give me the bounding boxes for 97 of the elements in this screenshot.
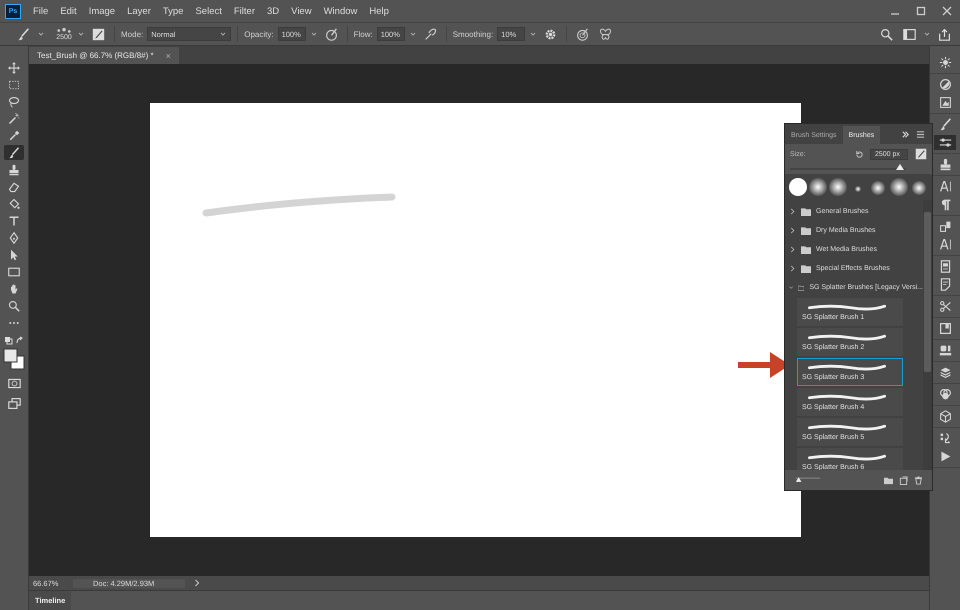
- document-icon: [938, 260, 952, 273]
- target-icon[interactable]: [576, 28, 590, 40]
- rectangle-icon: [8, 266, 20, 278]
- reset-icon[interactable]: [855, 150, 864, 158]
- caret-icon[interactable]: [77, 30, 85, 38]
- stamp-icon: [8, 164, 20, 176]
- brush-tip-icon: [55, 27, 73, 34]
- search-icon[interactable]: [880, 28, 893, 40]
- play-icon: [938, 450, 952, 463]
- brush-icon: [938, 118, 952, 131]
- caret-icon[interactable]: [529, 30, 538, 38]
- stamp-icon: [938, 158, 952, 171]
- folder-icon: [798, 284, 804, 292]
- chevron-right-icon: [789, 246, 796, 253]
- folder-icon: [801, 246, 811, 254]
- caret-icon[interactable]: [923, 30, 931, 38]
- brush-tool[interactable]: [4, 145, 24, 160]
- lasso-icon: [8, 96, 20, 108]
- panel-icon: [938, 322, 952, 335]
- chevron-right-icon[interactable]: [193, 579, 201, 587]
- pointer-icon: [8, 248, 20, 260]
- maximize-icon[interactable]: [915, 5, 927, 17]
- bucket-icon: [8, 198, 20, 210]
- brush-panel-toggle-icon[interactable]: [92, 28, 105, 40]
- pen-icon: [8, 232, 20, 244]
- butterfly-icon[interactable]: [599, 28, 612, 40]
- caret-icon[interactable]: [310, 30, 318, 38]
- sliders-panel-button[interactable]: [934, 135, 956, 150]
- smoothing-label: Smoothing:: [452, 30, 494, 38]
- menu-item[interactable]: Layer: [127, 6, 151, 16]
- menu-item[interactable]: Type: [162, 6, 184, 16]
- menu-item[interactable]: Window: [324, 6, 358, 16]
- folder-icon: [801, 226, 811, 234]
- menu-item[interactable]: 3D: [267, 6, 280, 16]
- pressure-icon[interactable]: [324, 28, 338, 40]
- double-chevron-icon[interactable]: [901, 130, 910, 138]
- mode-label: Mode:: [121, 30, 144, 38]
- menu-item[interactable]: Edit: [60, 6, 77, 16]
- eraser-icon: [8, 180, 20, 192]
- type-tool-icon: [8, 214, 20, 226]
- folder-icon[interactable]: [884, 476, 893, 484]
- opacity-label: Opacity:: [244, 30, 274, 38]
- share-icon[interactable]: [938, 28, 951, 40]
- document-title: Test_Brush @ 66.7% (RGB/8#) *: [37, 51, 154, 60]
- menu-item[interactable]: Image: [88, 6, 116, 16]
- brush-icon[interactable]: [17, 28, 30, 40]
- marquee-icon: [8, 78, 20, 90]
- chevron-down-icon: [789, 284, 794, 291]
- menu-item[interactable]: File: [33, 6, 48, 16]
- wand-icon: [8, 112, 20, 124]
- workspace-icon[interactable]: [903, 28, 916, 40]
- menu-icon[interactable]: [916, 130, 925, 138]
- scissors-icon: [938, 300, 952, 313]
- note-icon: [938, 278, 952, 291]
- character-icon: [938, 180, 952, 193]
- cube-icon: [938, 410, 952, 423]
- character-icon: [938, 238, 952, 251]
- settings-icon[interactable]: [544, 28, 558, 40]
- sliders-icon: [938, 136, 952, 149]
- eyedropper-icon: [8, 130, 20, 142]
- styles-stack-icon: [938, 220, 952, 233]
- quick-mask-icon[interactable]: [8, 377, 20, 390]
- document-tab[interactable]: Test_Brush @ 66.7% (RGB/8#) * ×: [29, 47, 179, 64]
- airbrush-icon[interactable]: [424, 28, 437, 40]
- history-icon: [938, 432, 952, 445]
- color-swatches-icon[interactable]: [3, 348, 25, 370]
- channels-icon: [938, 388, 952, 401]
- menu-item[interactable]: View: [291, 6, 312, 16]
- folder-icon: [801, 208, 811, 216]
- zoom-icon: [8, 300, 20, 312]
- menu-item[interactable]: Help: [369, 6, 389, 16]
- trash-icon[interactable]: [914, 476, 923, 484]
- swap-colors-icon[interactable]: [4, 336, 24, 346]
- preview-size-slider-icon[interactable]: [794, 476, 822, 484]
- menu-item[interactable]: Filter: [234, 6, 255, 16]
- layer-comps-icon: [938, 344, 952, 357]
- move-icon: [8, 62, 20, 74]
- menu-item[interactable]: Select: [195, 6, 222, 16]
- layers-icon: [938, 366, 952, 379]
- scrollbar[interactable]: [923, 200, 932, 470]
- brush-icon: [8, 146, 20, 158]
- caret-icon[interactable]: [37, 30, 45, 38]
- sun-icon: [938, 56, 952, 69]
- styles-icon: [938, 96, 952, 109]
- brush-panel-toggle-icon[interactable]: [915, 148, 927, 160]
- chevron-right-icon: [789, 227, 796, 234]
- caret-icon: [219, 30, 228, 38]
- folder-icon: [801, 264, 811, 272]
- flow-label: Flow:: [354, 30, 373, 38]
- hand-icon: [8, 282, 20, 294]
- close-icon[interactable]: [941, 5, 953, 17]
- caret-icon[interactable]: [408, 30, 417, 38]
- contrast-icon: [938, 78, 952, 91]
- new-item-icon[interactable]: [899, 476, 908, 484]
- chevron-right-icon: [789, 265, 796, 272]
- screen-mode-icon[interactable]: [8, 397, 20, 410]
- chevron-right-icon: [789, 208, 796, 215]
